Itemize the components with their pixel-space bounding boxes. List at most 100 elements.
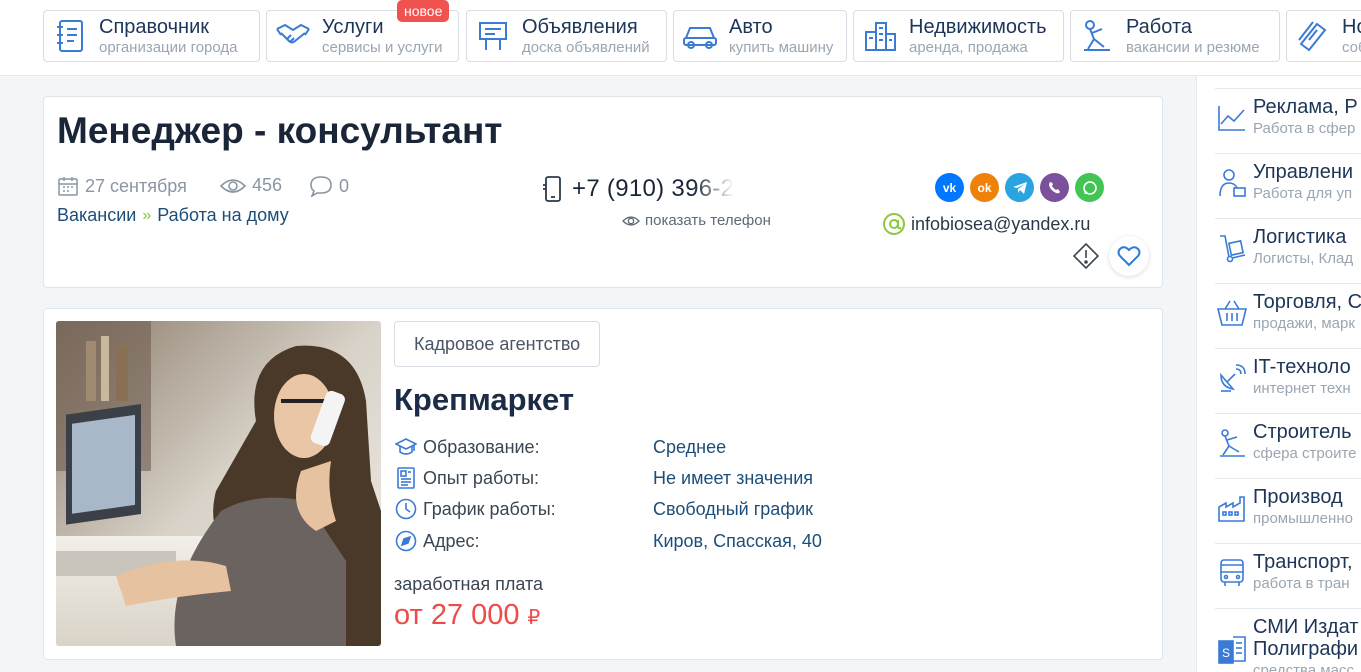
attr-address: Адрес: Киров, Спасская, 40: [394, 529, 874, 553]
news-icon: [1294, 17, 1332, 55]
factory-icon: [1216, 492, 1248, 524]
agency-type-label: Кадровое агентство: [414, 333, 581, 354]
warning-icon: [1073, 243, 1099, 269]
hand-truck-icon: [1216, 232, 1248, 264]
comments-count[interactable]: 0: [309, 175, 349, 197]
whatsapp-button[interactable]: [1075, 173, 1104, 202]
sidebar-item-it[interactable]: IT-техноло интернет техн: [1215, 348, 1361, 413]
category-sidebar: Реклама, Р Работа в сфер Управлени Работ…: [1196, 76, 1361, 672]
breadcrumb-work-from-home[interactable]: Работа на дому: [157, 205, 288, 226]
sidebar-item-transport[interactable]: Транспорт, работа в тран: [1215, 543, 1361, 608]
nav-jobs[interactable]: Работа вакансии и резюме: [1070, 10, 1280, 62]
attr-label: График работы:: [423, 498, 556, 519]
nav-title: Справочник: [99, 16, 209, 38]
comment-icon: [310, 176, 332, 197]
sidebar-item-title: Реклама, Р: [1253, 96, 1358, 118]
viber-icon: [1048, 181, 1060, 193]
svg-text:S: S: [1222, 646, 1230, 660]
salary-label: заработная плата: [394, 574, 544, 594]
favorite-button[interactable]: [1109, 236, 1149, 276]
sidebar-item-production[interactable]: Производ промышленно: [1215, 478, 1361, 543]
show-phone-label: показать телефон: [645, 212, 771, 229]
ruble-sign: ₽: [527, 607, 541, 629]
attr-value[interactable]: Киров, Спасская, 40: [653, 531, 822, 552]
manager-icon: [1216, 167, 1248, 199]
sidebar-item-subtitle: промышленно: [1253, 510, 1353, 527]
page-title: Менеджер - консультант: [57, 110, 503, 151]
nav-title: Объявления: [522, 16, 638, 38]
nav-title: Недвижимость: [909, 16, 1047, 38]
car-icon: [681, 17, 719, 55]
nav-classifieds[interactable]: Объявления доска объявлений: [466, 10, 667, 62]
sidebar-item-subtitle: работа в тран: [1253, 575, 1350, 592]
nav-subtitle: соб: [1342, 39, 1361, 56]
directory-icon: [51, 17, 89, 55]
publisher-icon: S: [1216, 633, 1248, 665]
sidebar-item-construction[interactable]: Строитель сфера строите: [1215, 413, 1361, 478]
sidebar-item-subtitle: продажи, марк: [1253, 315, 1355, 332]
clock-icon: [394, 497, 418, 521]
sidebar-item-subtitle: интернет техн: [1253, 380, 1351, 397]
bus-icon: [1216, 557, 1248, 589]
sidebar-item-title: Транспорт,: [1253, 551, 1353, 573]
vacancy-header-card: Менеджер - консультант 27 сентября 456 0…: [43, 96, 1163, 288]
vk-button[interactable]: vk: [935, 173, 964, 202]
social-share: vk ok: [935, 173, 1104, 202]
viber-button[interactable]: [1040, 173, 1069, 202]
sidebar-item-title-line2: Полиграфи: [1253, 638, 1359, 660]
sidebar-item-subtitle: сфера строите: [1253, 445, 1357, 462]
show-phone-link[interactable]: показать телефон: [622, 212, 771, 229]
sidebar-item-logistics[interactable]: Логистика Логисты, Клад: [1215, 218, 1361, 283]
report-button[interactable]: [1072, 242, 1100, 270]
attr-schedule: График работы: Свободный график: [394, 497, 874, 521]
crane-icon: [1216, 427, 1248, 459]
nav-title: Работа: [1126, 16, 1192, 38]
nav-realty[interactable]: Недвижимость аренда, продажа: [853, 10, 1064, 62]
woman-on-phone-image: [56, 321, 381, 646]
contact-email[interactable]: infobiosea@yandex.ru: [882, 212, 1090, 236]
sidebar-item-title: Торговля, С: [1253, 291, 1361, 313]
breadcrumb-vacancies[interactable]: Вакансии: [57, 205, 136, 226]
publish-date: 27 сентября: [57, 175, 187, 197]
attr-value: Свободный график: [653, 498, 814, 519]
email-at-icon: [883, 213, 905, 235]
vacancy-photo: [56, 321, 381, 646]
sidebar-item-trade[interactable]: Торговля, С продажи, марк: [1215, 283, 1361, 348]
attr-value: Не имеет значения: [653, 467, 814, 488]
nav-directory[interactable]: Справочник организации города: [43, 10, 260, 62]
nav-news[interactable]: Нособ: [1286, 10, 1361, 62]
ok-button[interactable]: ok: [970, 173, 999, 202]
nav-subtitle: аренда, продажа: [909, 39, 1028, 56]
heart-icon: [1117, 246, 1141, 267]
ok-icon: ok: [977, 180, 992, 195]
views-count: 456: [220, 175, 282, 196]
attr-label: Опыт работы:: [423, 467, 540, 488]
handshake-icon: [274, 17, 312, 55]
agency-type-tag[interactable]: Кадровое агентство: [394, 321, 601, 367]
sidebar-item-advertising[interactable]: Реклама, Р Работа в сфер: [1215, 88, 1361, 153]
eye-icon: [622, 215, 640, 226]
top-navigation: Справочник организации города Услуги серви…: [0, 0, 1361, 76]
nav-subtitle: сервисы и услуги: [322, 39, 443, 56]
chart-icon: [1216, 102, 1248, 134]
vk-icon: vk: [942, 180, 957, 195]
sidebar-item-media[interactable]: S СМИ Издат Полиграфи средства масс: [1215, 608, 1361, 672]
telegram-button[interactable]: [1005, 173, 1034, 202]
nav-auto[interactable]: Авто купить машину: [673, 10, 847, 62]
whatsapp-icon: [1082, 180, 1097, 195]
attr-label: Образование:: [423, 436, 540, 457]
phone-number: +7 (910) 396-2: [542, 175, 734, 203]
views-text: 456: [252, 175, 283, 195]
sidebar-item-management[interactable]: Управлени Работа для уп: [1215, 153, 1361, 218]
sidebar-item-title: Производ: [1253, 486, 1343, 508]
sidebar-item-subtitle: средства масс: [1253, 662, 1354, 672]
nav-subtitle: вакансии и резюме: [1126, 39, 1260, 56]
sidebar-item-subtitle: Работа для уп: [1253, 185, 1353, 202]
eye-icon: [220, 178, 246, 193]
company-name[interactable]: Крепмаркет: [394, 382, 574, 418]
sidebar-item-title: IT-техноло: [1253, 356, 1351, 378]
new-badge: новое: [397, 0, 450, 22]
graduation-cap-icon: [394, 435, 418, 459]
salary-amount: от 27 000 ₽: [394, 599, 540, 632]
attr-value: Среднее: [653, 436, 727, 457]
